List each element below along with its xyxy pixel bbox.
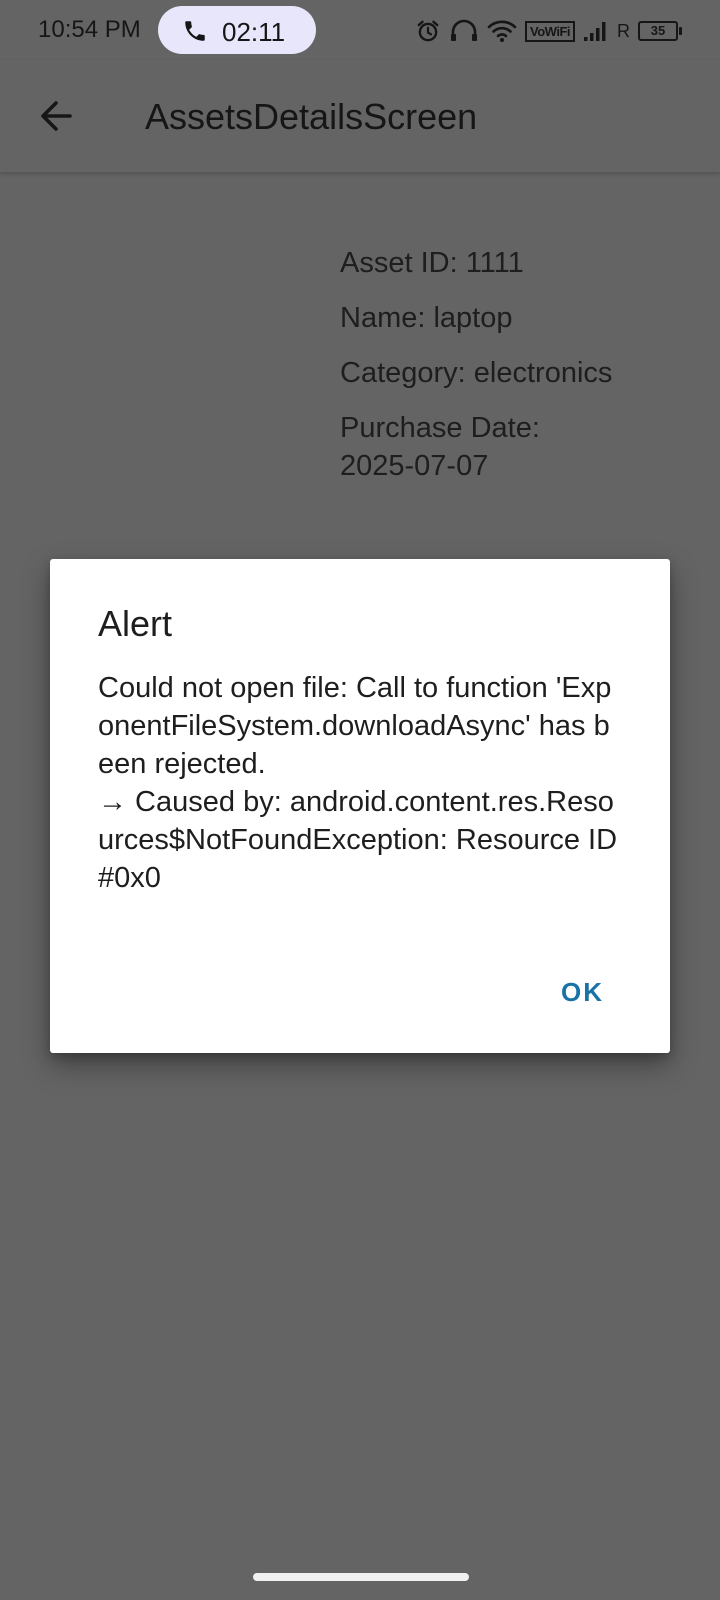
dialog-message: Could not open file: Call to function 'E… [98, 672, 618, 894]
phone-icon [185, 21, 205, 41]
status-time: 10:54 PM [38, 16, 141, 43]
asset-id-row: Asset ID: 1111 [340, 247, 524, 279]
home-indicator[interactable] [253, 1573, 469, 1581]
asset-category-row: Category: electronics [340, 357, 613, 389]
page-title: AssetsDetailsScreen [145, 96, 478, 137]
purchase-date-value: 2025-07-07 [340, 450, 489, 482]
status-bar: 10:54 PM 02:11 VoWiFi R 35 [0, 0, 720, 60]
ok-button[interactable]: OK [561, 977, 604, 1008]
app-bar: AssetsDetailsScreen [0, 60, 720, 172]
asset-details: Asset ID: 1111 Name: laptop Category: el… [340, 244, 680, 502]
headset-icon [451, 19, 478, 41]
status-icons: VoWiFi R 35 [415, 14, 682, 48]
signal-icon [584, 22, 606, 41]
ongoing-call-pill[interactable]: 02:11 [158, 6, 316, 54]
asset-name-row: Name: laptop [340, 302, 513, 334]
dialog-title: Alert [98, 603, 173, 644]
asset-purchase-date-row: Purchase Date: 2025-07-07 [340, 409, 680, 485]
battery-icon: 35 [638, 21, 682, 41]
vowifi-badge: VoWiFi [525, 20, 575, 42]
call-timer: 02:11 [222, 17, 286, 47]
arrow-left-icon [41, 101, 72, 131]
roaming-indicator: R [617, 20, 630, 41]
alarm-icon [417, 20, 439, 42]
back-button[interactable] [28, 88, 84, 144]
wifi-icon [487, 20, 517, 42]
purchase-date-label: Purchase Date: [340, 412, 540, 444]
alert-dialog: Alert Could not open file: Call to funct… [50, 559, 670, 1053]
screen: 10:54 PM 02:11 VoWiFi R 35 AssetsDetails… [0, 0, 720, 1600]
